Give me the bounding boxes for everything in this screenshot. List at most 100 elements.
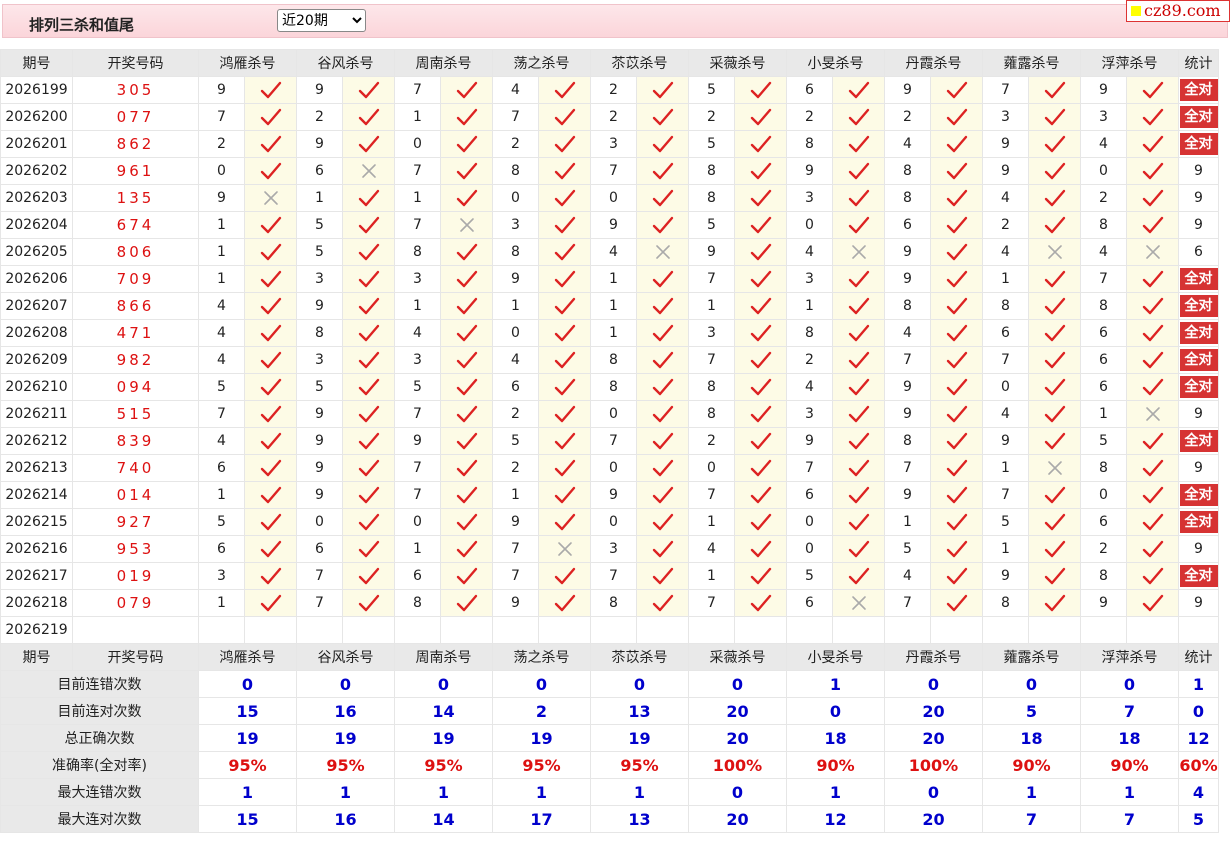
kill-number-cell: 7 — [394, 454, 441, 482]
check-icon — [652, 216, 673, 234]
result-mark-cell — [930, 292, 983, 320]
table-row: 2026200 077 7 2 1 7 2 2 2 2 3 3 全对 — [0, 103, 1219, 131]
result-mark-cell — [930, 454, 983, 482]
kill-number-cell: 4 — [394, 319, 441, 347]
result-mark-cell — [1028, 535, 1081, 563]
header-expert: 谷风杀号 — [296, 643, 395, 671]
table-row: 2026205 806 1 5 8 8 4 9 4 9 4 4 6 — [0, 238, 1219, 266]
summary-value: 0 — [884, 670, 983, 698]
kill-number-cell: 7 — [394, 76, 441, 104]
check-icon — [358, 189, 379, 207]
check-icon — [1044, 405, 1065, 423]
kill-number-cell: 4 — [198, 292, 245, 320]
check-icon — [652, 324, 673, 342]
result-mark-cell — [636, 427, 689, 455]
result-mark-cell — [636, 454, 689, 482]
check-icon — [750, 459, 771, 477]
header-stat: 统计 — [1178, 49, 1219, 77]
summary-value: 15 — [198, 697, 297, 725]
result-mark-cell — [244, 319, 297, 347]
summary-value: 0 — [198, 670, 297, 698]
kill-number-cell: 9 — [394, 427, 441, 455]
kill-number-cell: 8 — [590, 346, 637, 374]
draw-number-cell: 806 — [72, 238, 199, 266]
check-icon — [358, 594, 379, 612]
kill-number-cell: 4 — [1080, 130, 1127, 158]
kill-number-cell: 9 — [982, 157, 1029, 185]
kill-number-cell: 3 — [590, 535, 637, 563]
kill-number-cell: 1 — [198, 265, 245, 293]
check-icon — [554, 486, 575, 504]
summary-stat: 1 — [1178, 670, 1219, 698]
result-mark-cell — [538, 103, 591, 131]
all-correct-badge: 全对 — [1179, 430, 1218, 452]
check-icon — [750, 108, 771, 126]
header-stat: 统计 — [1178, 643, 1219, 671]
summary-value: 13 — [590, 805, 689, 833]
result-mark-cell — [1126, 130, 1179, 158]
check-icon — [848, 162, 869, 180]
result-mark-cell — [832, 292, 885, 320]
check-icon — [750, 540, 771, 558]
stat-cell: 9 — [1178, 157, 1219, 185]
kill-number-cell: 7 — [884, 346, 931, 374]
check-icon — [260, 432, 281, 450]
check-icon — [358, 81, 379, 99]
kill-number-cell: 8 — [688, 400, 735, 428]
check-icon — [358, 270, 379, 288]
period-cell: 2026215 — [0, 508, 73, 536]
result-mark-cell — [636, 400, 689, 428]
stat-cell: 全对 — [1178, 373, 1219, 401]
summary-value: 1 — [296, 778, 395, 806]
result-mark-cell — [440, 103, 493, 131]
header-draw: 开奖号码 — [72, 49, 199, 77]
result-mark-cell — [832, 319, 885, 347]
kill-number-cell: 4 — [492, 76, 539, 104]
summary-value: 18 — [1080, 724, 1179, 752]
check-icon — [554, 135, 575, 153]
check-icon — [554, 513, 575, 531]
stat-cell: 全对 — [1178, 292, 1219, 320]
draw-number-cell: 014 — [72, 481, 199, 509]
kill-number-cell: 5 — [394, 373, 441, 401]
result-mark-cell — [832, 346, 885, 374]
current-kill-blank — [342, 616, 395, 644]
result-mark-cell — [1028, 184, 1081, 212]
result-mark-cell — [832, 589, 885, 617]
current-kill-label: 当前期杀号 — [72, 616, 199, 644]
kill-number-cell: 1 — [394, 103, 441, 131]
check-icon — [260, 324, 281, 342]
result-mark-cell — [342, 508, 395, 536]
summary-value: 20 — [688, 697, 787, 725]
result-mark-cell — [342, 292, 395, 320]
check-icon — [260, 162, 281, 180]
kill-number-cell: 1 — [590, 319, 637, 347]
summary-value: 2 — [492, 697, 591, 725]
all-correct-badge: 全对 — [1179, 349, 1218, 371]
kill-number-cell: 1 — [394, 292, 441, 320]
result-mark-cell — [440, 319, 493, 347]
check-icon — [652, 351, 673, 369]
check-icon — [1142, 378, 1163, 396]
check-icon — [750, 189, 771, 207]
result-mark-cell — [1028, 319, 1081, 347]
kill-number-cell: 6 — [786, 589, 833, 617]
kill-number-cell: 6 — [884, 211, 931, 239]
kill-number-cell: 4 — [786, 373, 833, 401]
kill-number-cell: 1 — [688, 562, 735, 590]
result-mark-cell — [930, 346, 983, 374]
result-mark-cell — [1028, 238, 1081, 266]
check-icon — [260, 378, 281, 396]
kill-number-cell: 8 — [590, 589, 637, 617]
kill-number-cell: 9 — [884, 481, 931, 509]
header-expert: 采薇杀号 — [688, 49, 787, 77]
check-icon — [260, 270, 281, 288]
result-mark-cell — [734, 454, 787, 482]
period-range-select[interactable]: 近20期 — [277, 9, 366, 32]
period-cell: 2026207 — [0, 292, 73, 320]
site-logo[interactable]: cz89.com — [1126, 0, 1230, 22]
result-mark-cell — [1126, 400, 1179, 428]
kill-number-cell: 1 — [982, 535, 1029, 563]
result-mark-cell — [930, 103, 983, 131]
result-mark-cell — [538, 265, 591, 293]
